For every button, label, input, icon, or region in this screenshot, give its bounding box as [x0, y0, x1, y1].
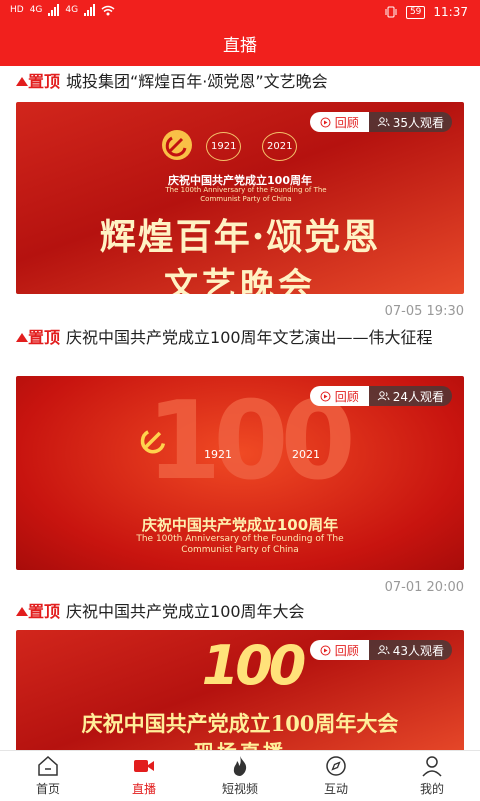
replay-icon [320, 645, 331, 655]
live-feed-list[interactable]: 置顶 城投集团“辉煌百年·颂党恩”文艺晚会 1921 2021 庆祝中国共产党成立… [0, 66, 480, 750]
item-title-row[interactable]: 置顶 庆祝中国共产党成立100周年大会 [16, 601, 466, 623]
video-camera-icon [134, 760, 154, 772]
tab-label: 互动 [323, 782, 348, 796]
tab-label: 我的 [419, 782, 444, 796]
views-badge: 43人观看 [368, 640, 452, 660]
people-icon [377, 117, 390, 127]
view-count: 24人观看 [392, 389, 444, 404]
year-1921: 1921 [204, 448, 232, 461]
replay-label: 回顾 [334, 115, 359, 130]
tab-interact[interactable]: 互动 [288, 751, 384, 801]
network-indicators: HD 4G 4G [10, 4, 115, 16]
replay-badge: 回顾 [309, 386, 369, 406]
replay-label: 回顾 [334, 389, 359, 404]
people-icon [377, 645, 390, 655]
view-count: 43人观看 [392, 643, 444, 658]
replay-badge: 回顾 [309, 640, 369, 660]
replay-icon [320, 391, 331, 401]
pinned-label: 置顶 [28, 602, 61, 621]
compass-icon [326, 756, 346, 776]
year-2021: 2021 [292, 448, 320, 461]
pin-arrow-icon [16, 607, 28, 616]
user-icon [422, 756, 442, 777]
item-time: 07-01 20:00 [384, 580, 464, 595]
item-title: 城投集团“辉煌百年·颂党恩”文艺晚会 [66, 72, 328, 91]
video-badges: 回顾 24人观看 [309, 386, 452, 406]
thumb-headline: 辉煌百年·颂党恩 [99, 216, 381, 258]
home-icon [38, 755, 58, 776]
tab-mine[interactable]: 我的 [384, 751, 480, 801]
replay-badge: 回顾 [309, 112, 369, 132]
pinned-badge: 置顶 [16, 72, 60, 91]
clock: 11:37 [433, 5, 468, 19]
year-1921: 1921 [206, 132, 242, 161]
page-title: 直播 [223, 36, 257, 56]
thumb-headline: 庆祝中国共产党成立100周年大会 [81, 711, 399, 736]
pinned-label: 置顶 [28, 72, 61, 91]
hammer-sickle-icon [162, 130, 192, 160]
thumb-logo: 100 [201, 634, 307, 697]
year-2021: 2021 [262, 132, 298, 161]
views-badge: 24人观看 [368, 386, 452, 406]
thumb-caption-en: The 100th Anniversary of the Founding of… [136, 534, 344, 555]
battery-icon: 59 [405, 5, 426, 19]
status-right: 59 11:37 [384, 5, 468, 19]
signal-icon [84, 4, 96, 16]
thumb-subheadline: 文艺晚会 [164, 266, 316, 294]
item-time: 07-05 19:30 [384, 304, 464, 319]
people-icon [377, 391, 390, 401]
thumb-caption: 庆祝中国共产党成立100周年 [141, 516, 339, 534]
video-badges: 回顾 43人观看 [309, 640, 452, 660]
vibrate-icon [385, 6, 397, 18]
video-badges: 回顾 35人观看 [309, 112, 452, 132]
hd-label: HD [10, 5, 24, 15]
pin-arrow-icon [16, 77, 28, 86]
pin-arrow-icon [16, 333, 28, 342]
pinned-label: 置顶 [28, 328, 61, 347]
item-title: 庆祝中国共产党成立100周年大会 [66, 602, 305, 621]
views-badge: 35人观看 [368, 112, 452, 132]
video-thumbnail[interactable]: 100 庆祝中国共产党成立100周年大会 现场直播 回顾 43人观看 [16, 630, 464, 750]
thumb-caption-en: The 100th Anniversary of the Founding of… [165, 186, 327, 203]
video-thumbnail[interactable]: 100 1921 2021 庆祝中国共产党成立100周年 The 100th A… [16, 376, 464, 570]
thumb-subheadline: 现场直播 [16, 736, 464, 750]
net-type-1: 4G [29, 5, 43, 15]
flame-icon [233, 756, 247, 776]
item-title: 庆祝中国共产党成立100周年文艺演出——伟大征程 [66, 328, 433, 347]
status-bar: HD 4G 4G 59 11:37 [0, 0, 480, 26]
replay-icon [320, 117, 331, 127]
replay-label: 回顾 [334, 643, 359, 658]
pinned-badge: 置顶 [16, 602, 60, 621]
page-header: 直播 [0, 26, 480, 66]
tab-label: 短视频 [221, 782, 258, 796]
video-thumbnail[interactable]: 1921 2021 庆祝中国共产党成立100周年 The 100th Anniv… [16, 102, 464, 294]
tab-short-video[interactable]: 短视频 [192, 751, 288, 801]
tab-live[interactable]: 直播 [96, 751, 192, 801]
tab-home[interactable]: 首页 [0, 751, 96, 801]
wifi-icon [101, 5, 115, 15]
item-title-row[interactable]: 置顶 庆祝中国共产党成立100周年文艺演出——伟大征程 [16, 327, 466, 349]
view-count: 35人观看 [392, 115, 444, 130]
tab-label: 首页 [35, 782, 60, 796]
item-title-row[interactable]: 置顶 城投集团“辉煌百年·颂党恩”文艺晚会 [16, 71, 466, 93]
pinned-badge: 置顶 [16, 328, 60, 347]
net-type-2: 4G [65, 5, 79, 15]
bottom-tab-bar: 首页 直播 短视频 互动 我的 [0, 750, 480, 801]
signal-icon [48, 4, 60, 16]
tab-label: 直播 [131, 782, 156, 796]
